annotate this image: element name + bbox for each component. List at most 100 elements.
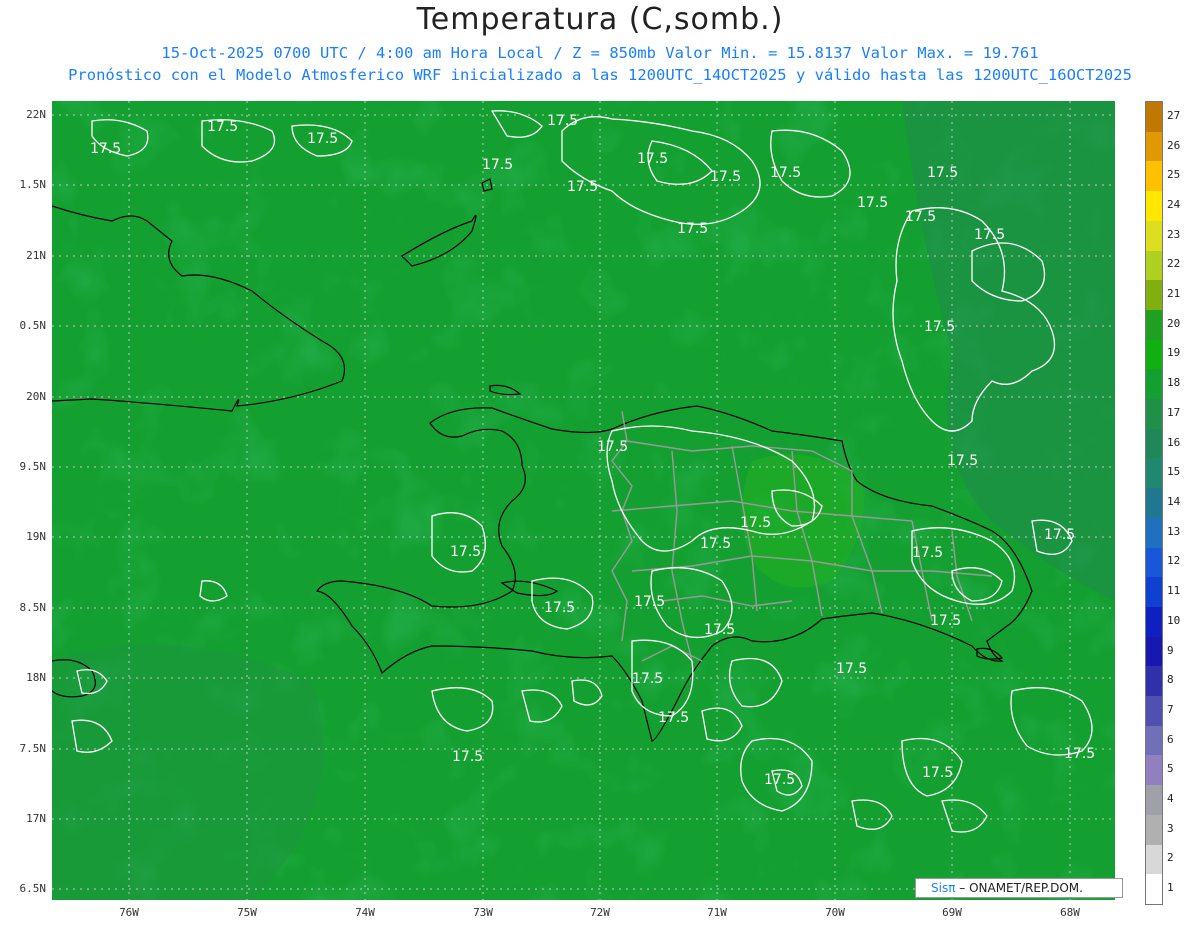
subtitle-model-info: Pronóstico con el Modelo Atmosferico WRF…	[68, 66, 1132, 84]
color-legend-label: 5	[1167, 762, 1174, 776]
credit-text: – ONAMET/REP.DOM.	[955, 881, 1083, 895]
lon-label: 73W	[473, 906, 493, 919]
contour-label: 17.5	[634, 594, 665, 610]
color-legend-swatch	[1146, 369, 1162, 400]
color-legend-swatch	[1146, 874, 1162, 905]
contour-label: 17.5	[452, 749, 483, 765]
color-legend-label: 27	[1167, 108, 1181, 122]
contour-label: 17.5	[857, 195, 888, 211]
color-legend-label: 18	[1167, 376, 1181, 390]
contour-label: 17.5	[547, 113, 578, 129]
color-legend-swatch	[1146, 636, 1162, 667]
color-legend-label: 9	[1167, 643, 1174, 657]
contour-label: 17.5	[947, 453, 978, 469]
contour-label: 17.5	[544, 600, 575, 616]
color-legend	[1145, 101, 1163, 905]
color-legend-swatch	[1146, 488, 1162, 519]
temperature-map: 17.5 17.5 17.5 17.5 17.5 17.5 17.5 17.5 …	[52, 101, 1115, 900]
lat-label: 22N	[26, 108, 46, 121]
color-legend-swatch	[1146, 131, 1162, 162]
color-legend-swatch	[1146, 547, 1162, 578]
contour-label: 17.5	[704, 622, 735, 638]
contour-label: 17.5	[927, 165, 958, 181]
contour-label: 17.5	[658, 710, 689, 726]
color-legend-label: 12	[1167, 554, 1181, 568]
contour-label: 17.5	[1044, 527, 1075, 543]
contour-label: 17.5	[700, 536, 731, 552]
contour-label: 17.5	[1064, 746, 1095, 762]
lon-label: 70W	[825, 906, 845, 919]
contour-label: 17.5	[307, 131, 338, 147]
lat-label: 17N	[26, 812, 46, 825]
lat-label: 21N	[26, 249, 46, 262]
color-legend-label: 1	[1167, 881, 1174, 895]
color-legend-label: 22	[1167, 257, 1181, 271]
lat-label: 0.5N	[19, 319, 47, 332]
contour-label: 17.5	[567, 179, 598, 195]
lon-label: 68W	[1060, 906, 1080, 919]
lat-label: 20N	[26, 390, 46, 403]
map-title: Temperatura (C,somb.)	[416, 2, 784, 37]
lat-label: 1.5N	[19, 178, 47, 191]
contour-label: 17.5	[207, 119, 238, 135]
lat-label: 9.5N	[19, 460, 47, 473]
contour-label: 17.5	[677, 221, 708, 237]
lat-label: 7.5N	[19, 742, 47, 755]
contour-label: 17.5	[632, 671, 663, 687]
color-legend-swatch	[1146, 458, 1162, 489]
color-legend-swatch	[1146, 666, 1162, 697]
color-legend-swatch	[1146, 696, 1162, 727]
color-legend-label: 13	[1167, 524, 1181, 538]
lat-label: 18N	[26, 671, 46, 684]
color-legend-label: 19	[1167, 346, 1181, 360]
contour-label: 17.5	[710, 169, 741, 185]
color-legend-label: 10	[1167, 613, 1181, 627]
color-legend-swatch	[1146, 191, 1162, 222]
contour-label: 17.5	[450, 544, 481, 560]
color-legend-label: 24	[1167, 197, 1181, 211]
color-legend-label: 8	[1167, 673, 1174, 687]
cool-zone-southwest	[52, 645, 324, 900]
contour-label: 17.5	[740, 515, 771, 531]
lon-label: 69W	[942, 906, 962, 919]
color-legend-label: 3	[1167, 821, 1174, 835]
contour-label: 17.5	[836, 661, 867, 677]
lat-label: 19N	[26, 530, 46, 543]
contour-label: 17.5	[905, 209, 936, 225]
color-legend-swatch	[1146, 102, 1162, 133]
color-legend-swatch	[1146, 339, 1162, 370]
color-legend-swatch	[1146, 399, 1162, 430]
color-legend-swatch	[1146, 161, 1162, 192]
color-legend-swatch	[1146, 280, 1162, 311]
color-legend-swatch	[1146, 250, 1162, 281]
lon-label: 72W	[590, 906, 610, 919]
contour-label: 17.5	[764, 772, 795, 788]
color-legend-label: 23	[1167, 227, 1181, 241]
color-legend-label: 11	[1167, 584, 1181, 598]
color-legend-label: 21	[1167, 287, 1181, 301]
contour-label: 17.5	[912, 545, 943, 561]
color-legend-label: 14	[1167, 495, 1181, 508]
color-legend-swatch	[1146, 725, 1162, 756]
color-legend-swatch	[1146, 785, 1162, 816]
color-legend-label: 4	[1167, 792, 1174, 806]
lon-label: 76W	[119, 906, 139, 919]
contour-label: 17.5	[770, 165, 801, 181]
color-legend-label: 7	[1167, 702, 1174, 716]
contour-label: 17.5	[924, 319, 955, 335]
contour-label: 17.5	[597, 439, 628, 455]
color-legend-label: 17	[1167, 405, 1181, 419]
color-legend-label: 16	[1167, 435, 1181, 449]
contour-label: 17.5	[922, 765, 953, 781]
lon-label: 74W	[355, 906, 375, 919]
color-legend-swatch	[1146, 606, 1162, 638]
color-legend-label: 6	[1167, 732, 1174, 746]
contour-label: 17.5	[482, 157, 513, 173]
color-legend-label: 25	[1167, 168, 1181, 182]
color-legend-label: 20	[1167, 316, 1181, 330]
color-legend-label: 26	[1167, 138, 1181, 152]
lat-label: 8.5N	[19, 601, 47, 614]
color-legend-label: 2	[1167, 851, 1174, 865]
color-legend-swatch	[1146, 577, 1162, 608]
color-legend-swatch	[1146, 220, 1162, 252]
